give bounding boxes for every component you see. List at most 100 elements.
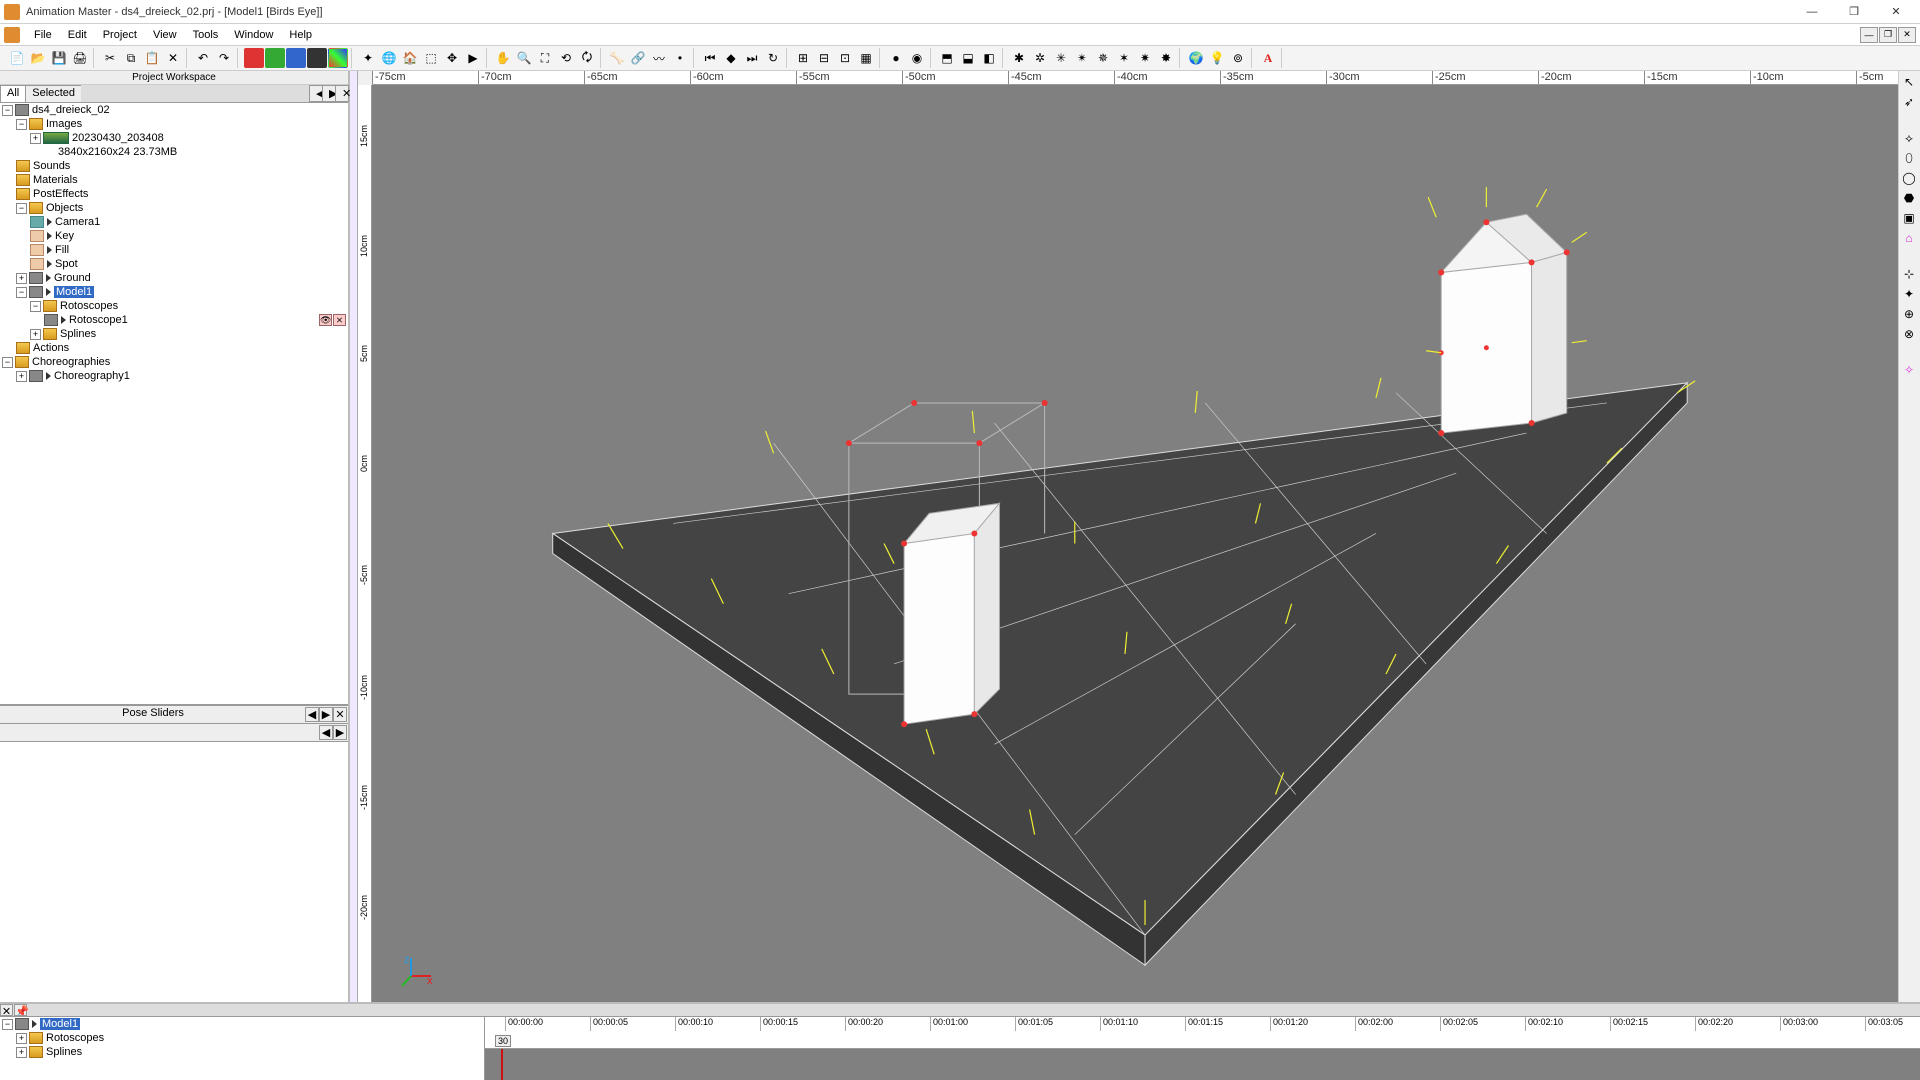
pose-scroll-right2[interactable]: ▶ <box>333 725 347 740</box>
tree-spot[interactable]: Spot <box>55 258 78 270</box>
fit-icon[interactable]: ⛶ <box>535 48 555 68</box>
grid4-icon[interactable]: ▦ <box>856 48 876 68</box>
timeline-cursor[interactable] <box>501 1049 503 1080</box>
new-file-icon[interactable]: 📄 <box>7 48 27 68</box>
timeline-track-area[interactable] <box>485 1049 1920 1080</box>
menu-window[interactable]: Window <box>226 27 281 43</box>
opt3-icon[interactable]: ✳ <box>1051 48 1071 68</box>
tree-twisty[interactable]: − <box>16 119 27 130</box>
rotate-view-icon[interactable]: ⟲ <box>556 48 576 68</box>
zoom-icon[interactable]: 🔍 <box>514 48 534 68</box>
open-file-icon[interactable]: 📂 <box>28 48 48 68</box>
project-tree[interactable]: −ds4_dreieck_02 −Images +20230430_203408… <box>0 103 348 705</box>
pose-scroll-left[interactable]: ◀ <box>305 707 319 722</box>
sphere2-icon[interactable]: ◉ <box>907 48 927 68</box>
tree-fill[interactable]: Fill <box>55 244 69 256</box>
tree-twisty[interactable]: + <box>30 329 41 340</box>
view3-icon[interactable]: ◧ <box>979 48 999 68</box>
save-icon[interactable]: 💾 <box>49 48 69 68</box>
tab-all[interactable]: All <box>0 85 26 102</box>
timeline-pin-icon[interactable]: 📌 <box>14 1004 27 1016</box>
tab-scroll-right[interactable]: ▶ <box>322 85 336 102</box>
tab-scroll-left[interactable]: ◀ <box>309 85 323 102</box>
vis-toggle-icon[interactable]: 👁 <box>319 314 332 326</box>
pose-close-icon[interactable]: ✕ <box>333 707 347 722</box>
3d-viewport[interactable]: x z <box>372 85 1898 1002</box>
box-icon[interactable]: ⬚ <box>421 48 441 68</box>
menu-view[interactable]: View <box>145 27 185 43</box>
tree-choreo1[interactable]: Choreography1 <box>54 370 130 382</box>
menu-tools[interactable]: Tools <box>185 27 227 43</box>
opt4-icon[interactable]: ✴ <box>1072 48 1092 68</box>
rt-7-icon[interactable]: ✦ <box>1900 285 1918 303</box>
link-icon[interactable]: 🔗 <box>628 48 648 68</box>
mdi-minimize-button[interactable]: — <box>1860 27 1878 43</box>
rt-2-icon[interactable]: ⬯ <box>1900 149 1918 167</box>
rt-5-icon[interactable]: ▣ <box>1900 209 1918 227</box>
sphere1-icon[interactable]: ● <box>886 48 906 68</box>
timeline-ruler[interactable]: 00:00:0000:00:0500:00:1000:00:1500:00:20… <box>485 1017 1920 1049</box>
next-icon[interactable]: ▶ <box>463 48 483 68</box>
select-arrow-icon[interactable]: ↖ <box>1900 73 1918 91</box>
earth-icon[interactable]: 🌍 <box>1186 48 1206 68</box>
tree-twisty[interactable]: − <box>16 287 27 298</box>
tree-twisty[interactable]: − <box>16 203 27 214</box>
curve-icon[interactable]: 〰 <box>649 48 669 68</box>
rt-home-icon[interactable]: ⌂ <box>1900 229 1918 247</box>
tree-ground[interactable]: Ground <box>54 272 91 284</box>
view2-icon[interactable]: ⬓ <box>958 48 978 68</box>
tree-project[interactable]: ds4_dreieck_02 <box>32 104 110 116</box>
tree-twisty[interactable]: + <box>16 1033 27 1044</box>
tree-twisty[interactable]: + <box>30 133 41 144</box>
menu-help[interactable]: Help <box>281 27 320 43</box>
maximize-button[interactable]: ❐ <box>1834 2 1874 22</box>
rt-1-icon[interactable]: ⟡ <box>1900 129 1918 147</box>
opt8-icon[interactable]: ✸ <box>1156 48 1176 68</box>
undo-icon[interactable]: ↶ <box>193 48 213 68</box>
rt-9-icon[interactable]: ⊗ <box>1900 325 1918 343</box>
point-icon[interactable]: • <box>670 48 690 68</box>
loop-icon[interactable]: ↻ <box>763 48 783 68</box>
redo-icon[interactable]: ↷ <box>214 48 234 68</box>
tree-twisty[interactable]: − <box>2 105 13 116</box>
grid2-icon[interactable]: ⊟ <box>814 48 834 68</box>
tree-splines[interactable]: Splines <box>60 328 96 340</box>
prev-key-icon[interactable]: ⏮ <box>700 48 720 68</box>
home-icon[interactable]: 🏠 <box>400 48 420 68</box>
select-arrow2-icon[interactable]: ➶ <box>1900 93 1918 111</box>
globe-icon[interactable]: 🌐 <box>379 48 399 68</box>
rt-6-icon[interactable]: ⊹ <box>1900 265 1918 283</box>
opt7-icon[interactable]: ✷ <box>1135 48 1155 68</box>
next-key-icon[interactable]: ⏭ <box>742 48 762 68</box>
tree-image-name[interactable]: 20230430_203408 <box>72 132 164 144</box>
tree-twisty[interactable]: + <box>16 1047 27 1058</box>
minimize-button[interactable]: — <box>1792 2 1832 22</box>
cut-icon[interactable]: ✂ <box>100 48 120 68</box>
close-button[interactable]: ✕ <box>1876 2 1916 22</box>
opt1-icon[interactable]: ✱ <box>1009 48 1029 68</box>
bone-icon[interactable]: 🦴 <box>607 48 627 68</box>
text-a-icon[interactable]: A <box>1258 48 1278 68</box>
menu-file[interactable]: File <box>26 27 60 43</box>
tl-splines[interactable]: Splines <box>46 1046 82 1058</box>
render-icon[interactable] <box>307 48 327 68</box>
mdi-close-button[interactable]: ✕ <box>1898 27 1916 43</box>
tree-twisty[interactable]: − <box>2 1019 13 1030</box>
grid3-icon[interactable]: ⊡ <box>835 48 855 68</box>
panel-close-icon[interactable]: ✕ <box>335 85 349 102</box>
lock-toggle-icon[interactable]: ⨯ <box>333 314 346 326</box>
tree-twisty[interactable]: − <box>30 301 41 312</box>
tool-a-icon[interactable]: ✦ <box>358 48 378 68</box>
target-icon[interactable]: ⊚ <box>1228 48 1248 68</box>
tree-rotoscope1[interactable]: Rotoscope1 <box>69 314 128 326</box>
mdi-restore-button[interactable]: ❐ <box>1879 27 1897 43</box>
tree-twisty[interactable]: − <box>2 357 13 368</box>
key-icon[interactable]: ◆ <box>721 48 741 68</box>
tree-choreographies[interactable]: Choreographies <box>32 356 110 368</box>
grid1-icon[interactable]: ⊞ <box>793 48 813 68</box>
view1-icon[interactable]: ⬒ <box>937 48 957 68</box>
tree-key[interactable]: Key <box>55 230 74 242</box>
tree-materials[interactable]: Materials <box>33 174 78 186</box>
tree-objects[interactable]: Objects <box>46 202 83 214</box>
pose-scroll-left2[interactable]: ◀ <box>319 725 333 740</box>
